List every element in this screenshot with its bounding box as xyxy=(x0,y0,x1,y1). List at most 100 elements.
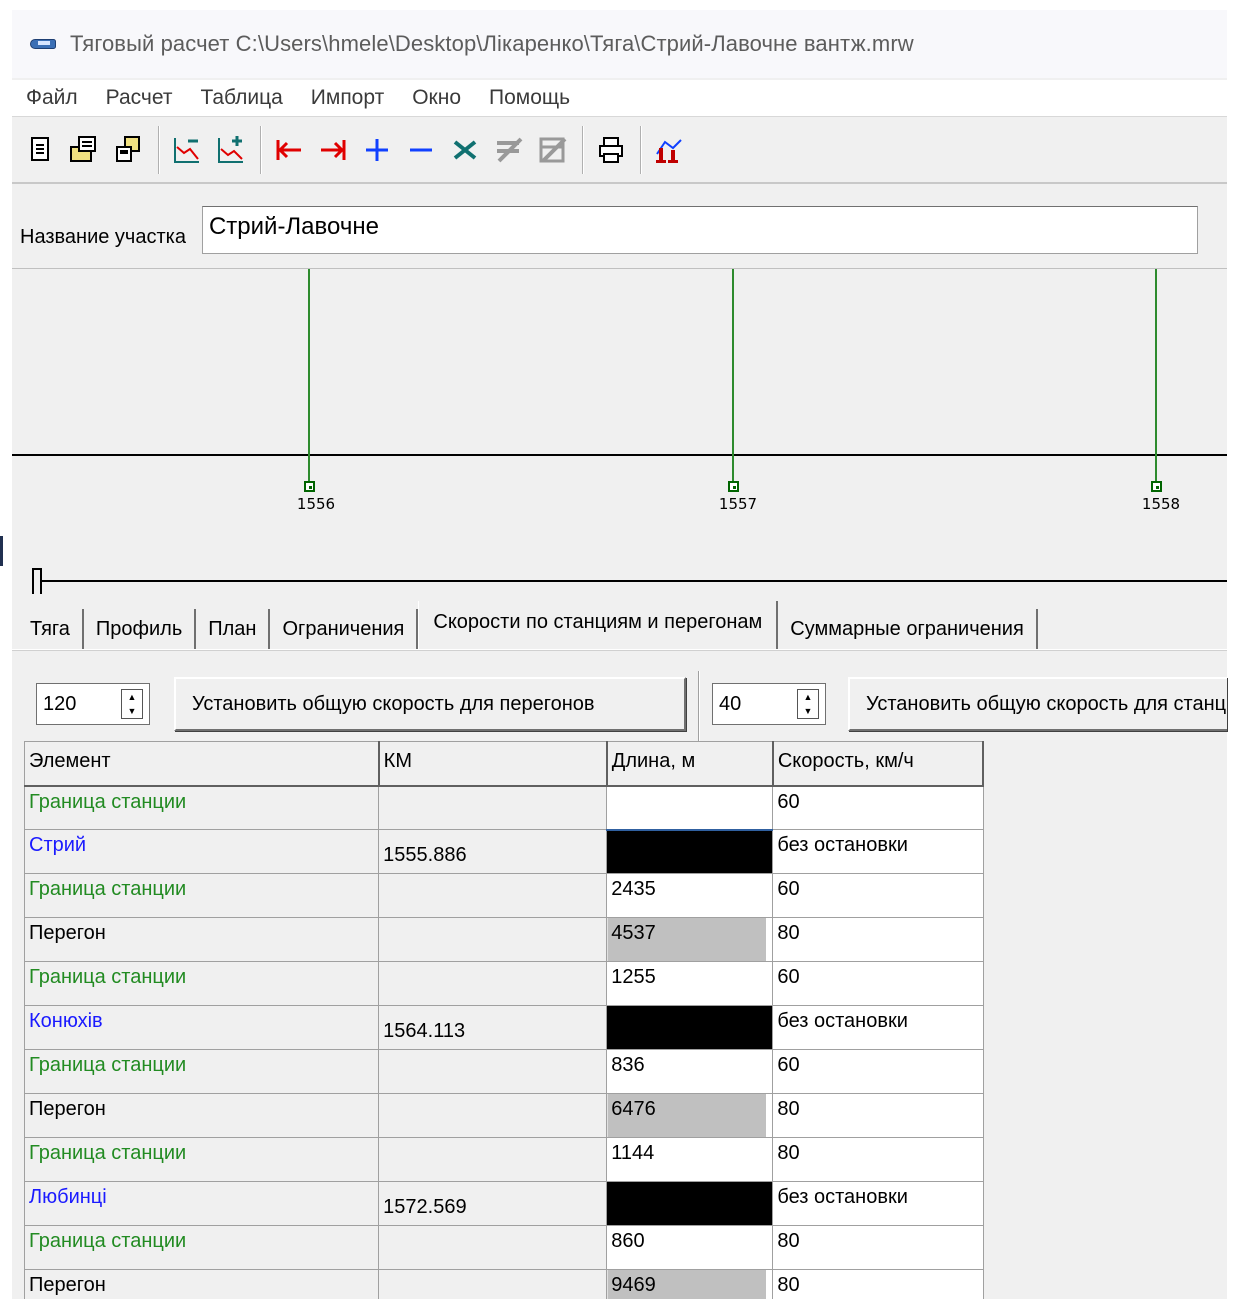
set-haul-speed-button[interactable]: Установить общую скорость для перегонов xyxy=(174,677,686,731)
speed-cell[interactable]: 60 xyxy=(772,785,984,830)
section-name-input[interactable]: Стрий-Лавочне xyxy=(201,206,1198,254)
speed-cell[interactable]: 60 xyxy=(772,961,984,1006)
delete-row-icon[interactable] xyxy=(492,130,526,170)
menu-import[interactable]: Импорт xyxy=(311,86,384,110)
length-cell[interactable]: 6476 xyxy=(606,1093,774,1138)
tab-plan[interactable]: План xyxy=(196,609,271,649)
table-row[interactable]: Граница станции 860 80 xyxy=(23,1225,984,1270)
element-cell[interactable]: Граница станции xyxy=(23,873,380,918)
table-row[interactable]: Перегон 6476 80 xyxy=(23,1093,984,1138)
train-icon[interactable] xyxy=(652,130,686,170)
element-cell[interactable]: Граница станции xyxy=(23,1049,380,1094)
km-cell[interactable] xyxy=(378,1225,608,1270)
speed-cell[interactable]: 60 xyxy=(772,1049,984,1094)
chart-down-icon[interactable] xyxy=(170,130,204,170)
element-cell[interactable]: Граница станции xyxy=(23,961,380,1006)
speed-cell[interactable]: 60 xyxy=(772,873,984,918)
table-row[interactable]: Перегон 9469 80 xyxy=(23,1269,984,1299)
set-station-speed-button[interactable]: Установить общую скорость для станций xyxy=(848,677,1227,731)
table-row[interactable]: Перегон 4537 80 xyxy=(23,917,984,962)
haul-speed-value[interactable]: 120 xyxy=(37,693,121,716)
km-cell[interactable] xyxy=(378,961,608,1006)
speed-cell[interactable]: без остановки xyxy=(772,1005,984,1050)
element-cell[interactable]: Граница станции xyxy=(23,785,380,830)
menu-help[interactable]: Помощь xyxy=(489,86,570,110)
table-row[interactable]: Любинці 1572.569 без остановки xyxy=(23,1181,984,1226)
km-cell[interactable] xyxy=(378,1049,608,1094)
go-end-icon[interactable] xyxy=(316,130,350,170)
length-cell[interactable] xyxy=(606,785,774,831)
table-row[interactable]: Стрий 1555.886 без остановки xyxy=(23,829,984,874)
print-icon[interactable] xyxy=(594,130,628,170)
delete-all-icon[interactable] xyxy=(536,130,570,170)
element-cell[interactable]: Перегон xyxy=(23,917,380,962)
table-row[interactable]: Конюхів 1564.113 без остановки xyxy=(23,1005,984,1050)
new-icon[interactable] xyxy=(24,130,58,170)
menu-file[interactable]: Файл xyxy=(26,86,78,110)
save-icon[interactable] xyxy=(112,130,146,170)
km-cell[interactable] xyxy=(378,917,608,962)
element-cell[interactable]: Стрий xyxy=(23,829,380,874)
km-cell[interactable] xyxy=(378,1269,608,1299)
speed-cell[interactable]: 80 xyxy=(772,917,984,962)
length-cell[interactable]: 4537 xyxy=(606,917,774,962)
element-cell[interactable]: Конюхів xyxy=(23,1005,380,1050)
length-cell[interactable] xyxy=(606,1005,774,1050)
menu-window[interactable]: Окно xyxy=(412,86,461,110)
table-row[interactable]: Граница станции 1144 80 xyxy=(23,1137,984,1182)
header-element[interactable]: Элемент xyxy=(23,741,380,787)
haul-speed-stepper[interactable]: 120 ▲ ▼ xyxy=(36,683,150,725)
delete-icon[interactable] xyxy=(448,130,482,170)
table-row[interactable]: Граница станции 1255 60 xyxy=(23,961,984,1006)
km-cell[interactable]: 1555.886 xyxy=(378,829,608,874)
length-cell[interactable]: 860 xyxy=(606,1225,774,1270)
go-start-icon[interactable] xyxy=(272,130,306,170)
element-cell[interactable]: Граница станции xyxy=(23,1137,380,1182)
station-speed-stepper[interactable]: 40 ▲ ▼ xyxy=(712,683,826,725)
profile-chart[interactable]: 1556 1557 1558 xyxy=(12,268,1227,564)
km-cell[interactable] xyxy=(378,785,608,830)
km-cell[interactable] xyxy=(378,1137,608,1182)
tab-traction[interactable]: Тяга xyxy=(18,609,84,649)
tab-restrictions[interactable]: Ограничения xyxy=(270,609,419,649)
open-icon[interactable] xyxy=(68,130,102,170)
length-cell[interactable]: 1144 xyxy=(606,1137,774,1182)
chart-add-icon[interactable] xyxy=(214,130,248,170)
element-cell[interactable]: Любинці xyxy=(23,1181,380,1226)
tab-speeds[interactable]: Скорости по станциям и перегонам xyxy=(418,601,779,649)
header-km[interactable]: КМ xyxy=(378,741,608,787)
tab-total-restrictions[interactable]: Суммарные ограничения xyxy=(778,609,1038,649)
profile-scroll-slider[interactable] xyxy=(12,566,1227,606)
table-row[interactable]: Граница станции 60 xyxy=(23,785,984,831)
table-row[interactable]: Граница станции 2435 60 xyxy=(23,873,984,918)
element-cell[interactable]: Перегон xyxy=(23,1269,380,1299)
speed-cell[interactable]: 80 xyxy=(772,1093,984,1138)
km-cell[interactable] xyxy=(378,1093,608,1138)
length-cell[interactable]: 1255 xyxy=(606,961,774,1006)
menu-calc[interactable]: Расчет xyxy=(106,86,173,110)
station-speed-value[interactable]: 40 xyxy=(713,693,797,716)
length-cell[interactable] xyxy=(606,1181,774,1226)
element-cell[interactable]: Перегон xyxy=(23,1093,380,1138)
speed-cell[interactable]: без остановки xyxy=(772,829,984,874)
length-cell[interactable]: 9469 xyxy=(606,1269,774,1299)
element-cell[interactable]: Граница станции xyxy=(23,1225,380,1270)
slider-thumb[interactable] xyxy=(32,568,42,594)
speed-cell[interactable]: 80 xyxy=(772,1269,984,1299)
speed-cell[interactable]: без остановки xyxy=(772,1181,984,1226)
tab-profile[interactable]: Профиль xyxy=(83,609,197,649)
length-cell[interactable]: 836 xyxy=(606,1049,774,1094)
km-cell[interactable] xyxy=(378,873,608,918)
table-row[interactable]: Граница станции 836 60 xyxy=(23,1049,984,1094)
km-cell[interactable]: 1572.569 xyxy=(378,1181,608,1226)
add-icon[interactable] xyxy=(360,130,394,170)
header-length[interactable]: Длина, м xyxy=(606,741,774,787)
speed-cell[interactable]: 80 xyxy=(772,1137,984,1182)
spin-arrows-icon[interactable]: ▲ ▼ xyxy=(797,689,819,719)
spin-arrows-icon[interactable]: ▲ ▼ xyxy=(121,689,143,719)
length-cell[interactable] xyxy=(606,829,774,874)
km-cell[interactable]: 1564.113 xyxy=(378,1005,608,1050)
header-speed[interactable]: Скорость, км/ч xyxy=(772,741,985,787)
remove-icon[interactable] xyxy=(404,130,438,170)
length-cell[interactable]: 2435 xyxy=(606,873,774,918)
